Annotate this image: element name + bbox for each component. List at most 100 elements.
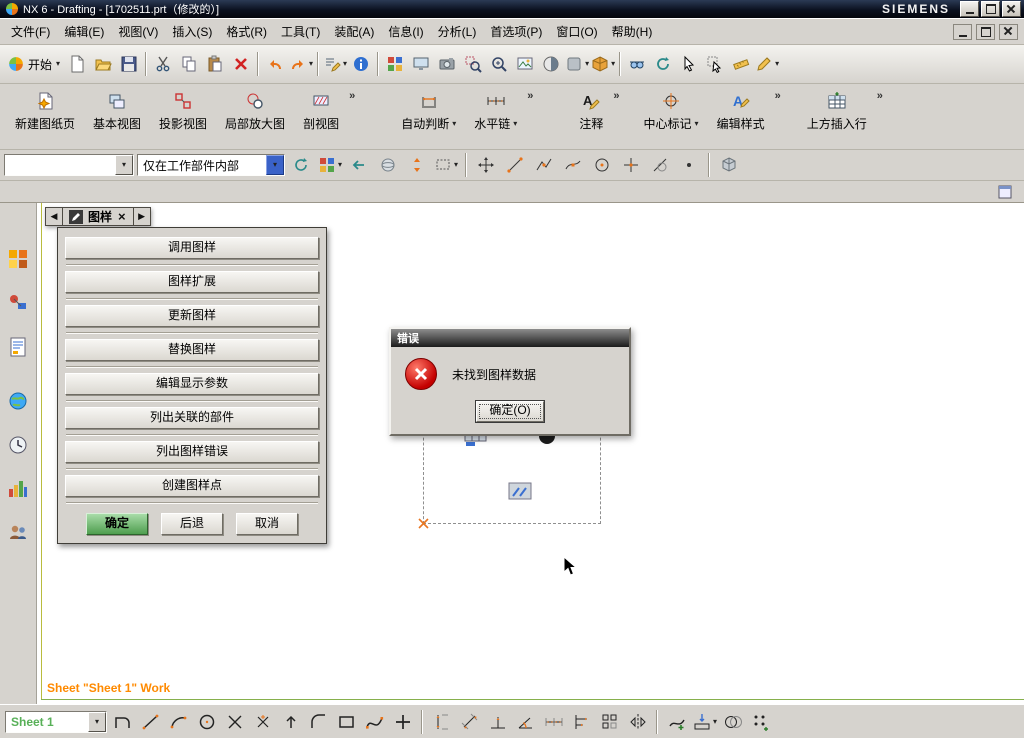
circle-tool-button[interactable]	[194, 709, 219, 734]
toolbar-overflow-icon[interactable]: »	[349, 90, 355, 102]
new-file-button[interactable]	[64, 51, 90, 77]
zoom-area-button[interactable]	[460, 51, 486, 77]
snap-intersection-button[interactable]	[618, 152, 644, 178]
cancel-button[interactable]: 取消	[236, 513, 298, 535]
menu-insert[interactable]: 插入(S)	[165, 20, 219, 43]
combo-dropdown-button[interactable]: ▾	[88, 711, 106, 732]
annotation-pencil-button[interactable]: ▾	[754, 51, 780, 77]
detail-view-button[interactable]: 局部放大图	[216, 87, 294, 136]
cut-button[interactable]	[150, 51, 176, 77]
delete-button[interactable]	[228, 51, 254, 77]
close-button[interactable]	[1002, 1, 1021, 17]
fillet-tool-button[interactable]	[306, 709, 331, 734]
edit-display-parameters-button[interactable]: 编辑显示参数	[65, 373, 319, 395]
menu-format[interactable]: 格式(R)	[219, 20, 274, 43]
call-pattern-button[interactable]: 调用图样	[65, 237, 319, 259]
menu-assemblies[interactable]: 装配(A)	[327, 20, 381, 43]
regenerate-work-view-button[interactable]	[288, 152, 314, 178]
ok-button[interactable]: 确定	[86, 513, 148, 535]
error-ok-button[interactable]: 确定(O)	[476, 401, 544, 422]
menu-edit[interactable]: 编辑(E)	[57, 20, 111, 43]
horizontal-chain-button[interactable]: 水平链 ▾	[465, 87, 526, 136]
new-sheet-button[interactable]: 新建图纸页	[6, 87, 84, 136]
work-plane-button[interactable]	[716, 152, 742, 178]
drawing-canvas[interactable]: ◀ 图样 × ▶ 调用图样 图样扩展 更新图样 替换图样 编辑显示参数 列出关联…	[37, 203, 1024, 704]
menu-help[interactable]: 帮助(H)	[605, 20, 660, 43]
dialog-tab-pattern[interactable]: 图样 ×	[63, 207, 133, 226]
visual-reports-button[interactable]	[4, 475, 32, 503]
start-menu-button[interactable]: 开始 ▾	[4, 51, 64, 77]
measure-button[interactable]	[728, 51, 754, 77]
restore-button[interactable]	[981, 1, 1000, 17]
toolbar-overflow-icon[interactable]: »	[527, 90, 533, 102]
mdi-minimize-button[interactable]	[953, 23, 972, 40]
selection-filter-button[interactable]	[702, 51, 728, 77]
copy-button[interactable]	[176, 51, 202, 77]
snap-endpoint-button[interactable]	[502, 152, 528, 178]
parallel-dimension-tool-button[interactable]	[457, 709, 482, 734]
fit-view-button[interactable]	[512, 51, 538, 77]
toolbar-overflow-icon[interactable]: »	[613, 90, 619, 102]
menu-window[interactable]: 窗口(O)	[549, 20, 604, 43]
dialog-close-icon[interactable]: ×	[117, 210, 127, 223]
base-view-button[interactable]: 基本视图	[84, 87, 150, 136]
stereo-glasses-button[interactable]	[624, 51, 650, 77]
assembly-navigator-button[interactable]	[4, 245, 32, 273]
window-layout-button[interactable]	[382, 51, 408, 77]
drafting-object-symbol[interactable]	[508, 481, 532, 502]
roles-button[interactable]	[4, 519, 32, 547]
snap-midpoint-button[interactable]	[531, 152, 557, 178]
baseline-dimension-tool-button[interactable]	[569, 709, 594, 734]
snap-tangent-button[interactable]	[647, 152, 673, 178]
studio-spline-tool-button[interactable]	[362, 709, 387, 734]
display-part-button[interactable]	[408, 51, 434, 77]
redo-button[interactable]: ▾	[288, 51, 314, 77]
minimize-button[interactable]	[960, 1, 979, 17]
mdi-close-button[interactable]	[999, 23, 1018, 40]
rotate-view-button[interactable]	[650, 51, 676, 77]
dock-toggle-button[interactable]	[992, 179, 1018, 205]
menu-information[interactable]: 信息(I)	[381, 20, 430, 43]
mirror-curve-tool-button[interactable]	[625, 709, 650, 734]
chain-dimension-tool-button[interactable]	[541, 709, 566, 734]
menu-analysis[interactable]: 分析(L)	[431, 20, 484, 43]
reuse-library-button[interactable]	[4, 387, 32, 415]
angular-dimension-tool-button[interactable]	[513, 709, 538, 734]
back-selection-button[interactable]	[346, 152, 372, 178]
create-pattern-point-button[interactable]: 创建图样点	[65, 475, 319, 497]
next-dialog-arrow[interactable]: ▶	[132, 207, 151, 226]
edit-style-button[interactable]: A 编辑样式	[708, 87, 774, 136]
point-plus-tool-button[interactable]	[390, 709, 415, 734]
previous-dialog-arrow[interactable]: ◀	[45, 207, 63, 226]
selection-scope-combo[interactable]: 仅在工作部件内部 ▾	[137, 154, 285, 176]
line-tool-button[interactable]	[138, 709, 163, 734]
combo-dropdown-button[interactable]: ▾	[266, 155, 284, 175]
projected-view-button[interactable]: 投影视图	[150, 87, 216, 136]
menu-file[interactable]: 文件(F)	[4, 20, 57, 43]
constraint-navigator-button[interactable]	[4, 289, 32, 317]
list-pattern-errors-button[interactable]: 列出图样错误	[65, 441, 319, 463]
extend-tool-button[interactable]	[278, 709, 303, 734]
project-curve-tool-button[interactable]: ▾	[692, 709, 717, 734]
inferred-dimension-button[interactable]: 自动判断 ▾	[392, 87, 465, 136]
sheet-combo[interactable]: Sheet 1 ▾	[5, 710, 107, 733]
repeat-command-button[interactable]: ▾	[322, 51, 348, 77]
combo-dropdown-button[interactable]: ▾	[115, 155, 133, 175]
profile-tool-button[interactable]	[110, 709, 135, 734]
menu-view[interactable]: 视图(V)	[111, 20, 165, 43]
snap-point-on-curve-button[interactable]	[676, 152, 702, 178]
information-button[interactable]	[348, 51, 374, 77]
undo-button[interactable]	[262, 51, 288, 77]
expand-pattern-button[interactable]: 图样扩展	[65, 271, 319, 293]
history-button[interactable]	[4, 431, 32, 459]
snapshot-button[interactable]	[434, 51, 460, 77]
rendering-style-button[interactable]: ▾	[564, 51, 590, 77]
paste-button[interactable]	[202, 51, 228, 77]
derived-point-tool-button[interactable]	[222, 709, 247, 734]
note-button[interactable]: A 注释	[570, 87, 612, 136]
update-pattern-button[interactable]: 更新图样	[65, 305, 319, 327]
perpendicular-dimension-tool-button[interactable]	[485, 709, 510, 734]
back-button[interactable]: 后退	[161, 513, 223, 535]
rectangle-select-button[interactable]: ▾	[433, 152, 459, 178]
mdi-restore-button[interactable]	[976, 23, 995, 40]
